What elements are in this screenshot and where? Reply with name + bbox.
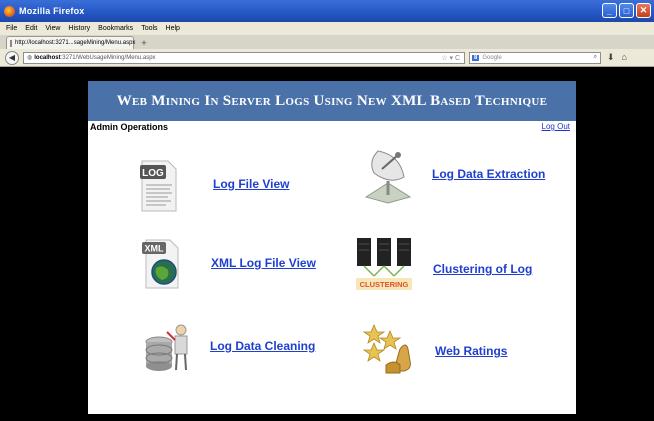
- search-placeholder: Google: [482, 54, 502, 61]
- web-ratings-link[interactable]: Web Ratings: [435, 344, 507, 358]
- menu-bookmarks[interactable]: Bookmarks: [98, 25, 133, 32]
- window-controls: _ □ ✕: [602, 3, 651, 18]
- new-tab-button[interactable]: +: [137, 37, 151, 49]
- url-controls[interactable]: ☆ ▾ C: [441, 54, 460, 62]
- toolbar-icons: ⬇ ⌂: [607, 52, 627, 63]
- window-titlebar: Mozilla Firefox _ □ ✕: [0, 0, 654, 22]
- menu-tools[interactable]: Tools: [141, 25, 157, 32]
- tab-menu-page[interactable]: http://localhost:3271...sageMining/Menu.…: [6, 36, 136, 49]
- clustering-icon-text: CLUSTERING: [360, 280, 409, 289]
- menu-item-log-data-cleaning: Log Data Cleaning: [210, 339, 315, 353]
- menu-file[interactable]: File: [6, 25, 17, 32]
- search-icon[interactable]: ⌕: [594, 54, 597, 61]
- navigation-bar: ◀ ◍ localhost :3271/WebUsageMining/Menu.…: [0, 49, 654, 67]
- rating-stars-icon[interactable]: [360, 321, 416, 377]
- search-bar[interactable]: 8 Google ⌕: [469, 51, 601, 64]
- banner-title: Web Mining In Server Logs Using New XML …: [116, 92, 548, 109]
- page-banner: Web Mining In Server Logs Using New XML …: [88, 81, 576, 121]
- menu-item-log-data-extraction: Log Data Extraction: [432, 167, 545, 181]
- url-path: :3271/WebUsageMining/Menu.aspx: [60, 54, 156, 61]
- menu-history[interactable]: History: [68, 25, 90, 32]
- log-icon-text: LOG: [142, 168, 164, 179]
- menu-edit[interactable]: Edit: [25, 25, 37, 32]
- window-title: Mozilla Firefox: [19, 6, 85, 16]
- satellite-dish-icon[interactable]: [360, 143, 416, 205]
- xml-icon-text: XML: [145, 244, 165, 254]
- menu-help[interactable]: Help: [166, 25, 180, 32]
- admin-operations-label: Admin Operations: [90, 122, 169, 132]
- minimize-button[interactable]: _: [602, 3, 617, 18]
- menu-item-web-ratings: Web Ratings: [435, 344, 507, 358]
- logout-link[interactable]: Log Out: [542, 122, 570, 131]
- xml-log-file-view-link[interactable]: XML Log File View: [211, 256, 316, 270]
- menu-item-log-file-view: Log File View: [213, 177, 289, 191]
- firefox-icon: [4, 5, 15, 17]
- tab-bar: http://localhost:3271...sageMining/Menu.…: [0, 35, 654, 49]
- log-data-cleaning-link[interactable]: Log Data Cleaning: [210, 339, 315, 353]
- page-icon: [10, 39, 12, 47]
- menu-bar: File Edit View History Bookmarks Tools H…: [0, 22, 654, 35]
- search-engine-icon[interactable]: 8: [472, 54, 480, 61]
- log-file-icon[interactable]: LOG: [138, 157, 180, 213]
- log-file-view-link[interactable]: Log File View: [213, 177, 289, 191]
- maximize-button[interactable]: □: [619, 3, 634, 18]
- globe-icon: ◍: [27, 55, 33, 61]
- close-button[interactable]: ✕: [636, 3, 651, 18]
- tab-title: http://localhost:3271...sageMining/Menu.…: [15, 40, 136, 46]
- back-button[interactable]: ◀: [5, 50, 19, 65]
- url-bar[interactable]: ◍ localhost :3271/WebUsageMining/Menu.as…: [23, 51, 465, 64]
- menu-item-xml-log-file-view: XML Log File View: [211, 256, 316, 270]
- xml-file-icon[interactable]: XML: [140, 238, 184, 290]
- url-host: localhost: [34, 54, 61, 61]
- log-data-extraction-link[interactable]: Log Data Extraction: [432, 167, 545, 181]
- download-icon[interactable]: ⬇: [607, 52, 615, 63]
- web-page: Web Mining In Server Logs Using New XML …: [88, 81, 576, 414]
- menu-view[interactable]: View: [45, 25, 60, 32]
- menu-item-clustering-of-log: Clustering of Log: [433, 262, 532, 276]
- database-cleaning-icon[interactable]: [143, 322, 191, 374]
- clustering-of-log-link[interactable]: Clustering of Log: [433, 262, 532, 276]
- home-icon[interactable]: ⌂: [622, 52, 627, 63]
- server-cluster-icon[interactable]: CLUSTERING: [354, 236, 414, 292]
